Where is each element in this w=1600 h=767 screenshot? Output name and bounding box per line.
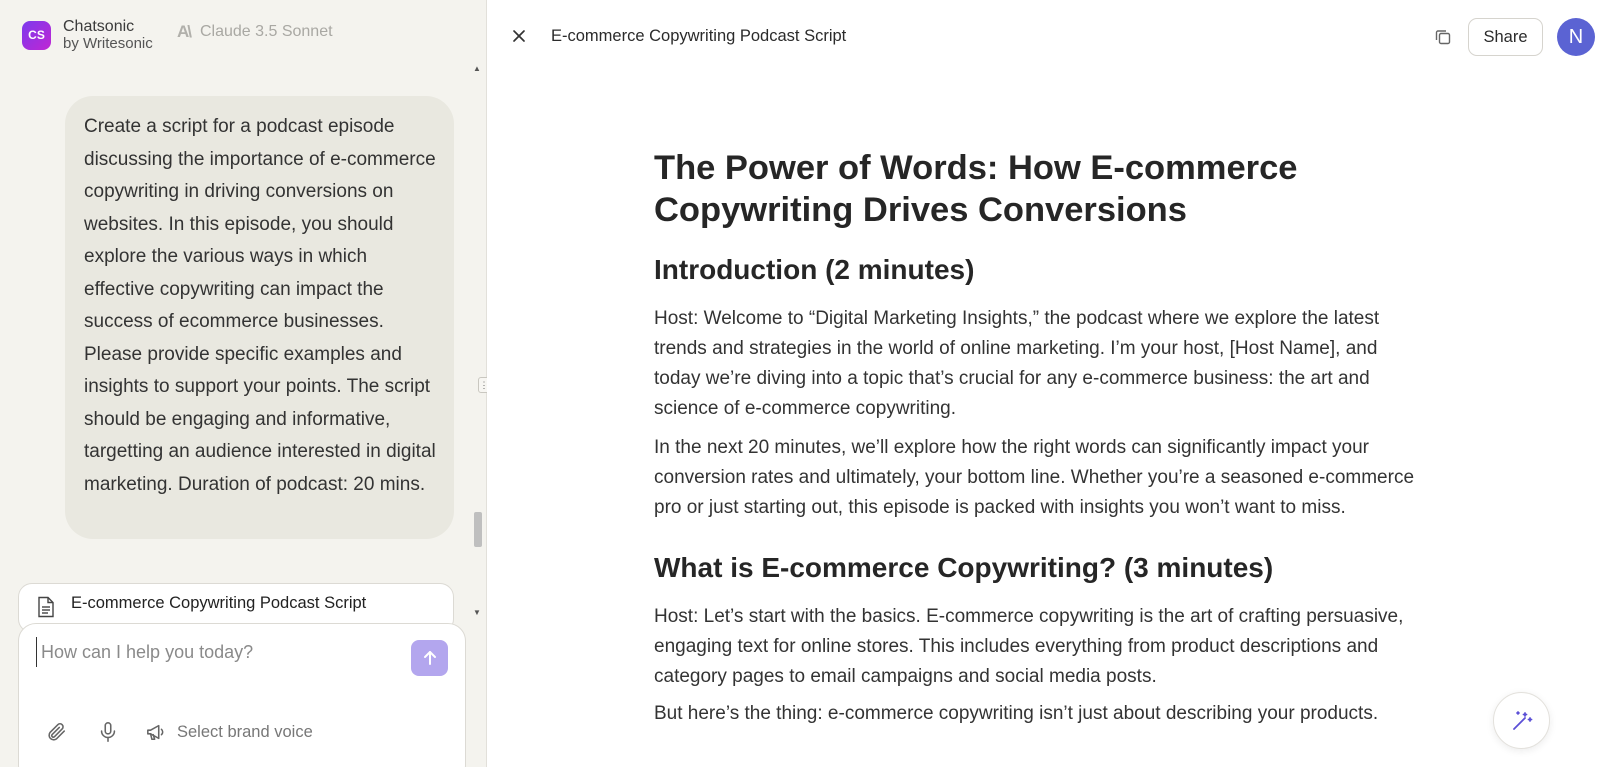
paragraph: Host: Welcome to “Digital Marketing Insi… xyxy=(654,308,1380,419)
magic-edit-button[interactable] xyxy=(1493,692,1550,749)
megaphone-icon xyxy=(147,724,164,741)
anthropic-icon: A\ xyxy=(177,22,192,41)
scroll-down-arrow-icon[interactable]: ▼ xyxy=(473,608,481,617)
copy-button[interactable] xyxy=(1432,26,1454,48)
brand-name: Chatsonic xyxy=(63,18,135,35)
chat-sidebar: CS Chatsonic by Writesonic A\ Claude 3.5… xyxy=(0,0,487,767)
arrow-up-icon xyxy=(423,651,436,665)
paragraph: Host: Let’s start with the basics. E-com… xyxy=(654,606,1404,687)
paragraph: In the next 20 minutes, we’ll explore ho… xyxy=(654,437,1415,518)
brand-voice-selector[interactable]: Select brand voice xyxy=(145,722,313,742)
close-icon xyxy=(513,30,525,42)
attach-button[interactable] xyxy=(44,720,68,744)
model-selector[interactable]: A\ Claude 3.5 Sonnet xyxy=(177,22,333,42)
section-heading: Introduction (2 minutes) xyxy=(654,254,975,285)
paragraph: But here’s the thing: e-commerce copywri… xyxy=(654,703,1379,724)
copy-icon xyxy=(1435,30,1451,45)
document-title: The Power of Words: How E-commerce Copyw… xyxy=(654,149,1298,229)
microphone-icon xyxy=(100,722,116,742)
user-message: Create a script for a podcast episode di… xyxy=(65,96,454,539)
brand-logo-icon: CS xyxy=(22,20,51,50)
artifact-panel: E-commerce Copywriting Podcast Script Sh… xyxy=(487,0,1600,767)
document-icon xyxy=(38,596,54,618)
brand[interactable]: CS Chatsonic by Writesonic xyxy=(22,18,153,52)
magic-wand-icon xyxy=(1512,710,1532,730)
scroll-up-arrow-icon[interactable]: ▲ xyxy=(473,64,481,73)
section-heading: What is E-commerce Copywriting? (3 minut… xyxy=(654,552,1274,583)
microphone-button[interactable] xyxy=(96,720,120,744)
avatar[interactable]: N xyxy=(1557,18,1595,56)
prompt-input[interactable] xyxy=(36,637,376,667)
artifact-title: E-commerce Copywriting Podcast Script xyxy=(551,27,847,45)
artifact-document: The Power of Words: How E-commerce Copyw… xyxy=(654,147,1414,729)
share-button[interactable]: Share xyxy=(1468,18,1543,56)
close-button[interactable] xyxy=(509,26,529,46)
brand-subtitle: by Writesonic xyxy=(63,35,153,52)
composer: Select brand voice xyxy=(18,623,466,767)
send-button[interactable] xyxy=(411,640,448,676)
scrollbar-thumb[interactable] xyxy=(474,512,482,547)
paperclip-icon xyxy=(48,723,66,741)
model-name: Claude 3.5 Sonnet xyxy=(200,23,333,40)
brand-voice-label: Select brand voice xyxy=(177,722,313,741)
artifact-card-title: E-commerce Copywriting Podcast Script xyxy=(71,594,367,612)
